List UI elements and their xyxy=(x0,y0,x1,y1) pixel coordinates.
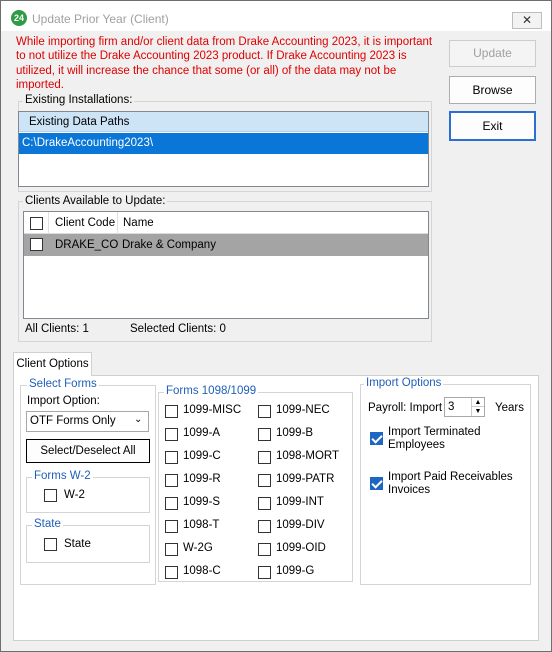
payroll-import-label: Payroll: Import xyxy=(368,402,443,414)
import-paid-receivables-label: Import Paid Receivables Invoices xyxy=(388,471,513,496)
form-1099-g-checkbox[interactable] xyxy=(258,566,271,579)
form-1099-g-label: 1099-G xyxy=(276,565,315,577)
chevron-down-icon: ⌄ xyxy=(134,414,143,425)
tab-client-options[interactable]: Client Options xyxy=(13,352,92,376)
form-1098-mort-label: 1098-MORT xyxy=(276,450,340,462)
update-prior-year-window: 24 Update Prior Year (Client) ✕ While im… xyxy=(0,0,552,652)
title-bar: 24 Update Prior Year (Client) ✕ xyxy=(1,1,551,31)
state-label: State xyxy=(64,538,91,550)
stepper-down-icon[interactable]: ▼ xyxy=(471,407,484,416)
select-all-clients-checkbox[interactable] xyxy=(30,217,43,230)
all-clients-count: All Clients: 1 xyxy=(25,323,89,335)
exit-button[interactable]: Exit xyxy=(449,111,536,141)
window-title: Update Prior Year (Client) xyxy=(32,12,169,26)
form-1099-misc-checkbox[interactable] xyxy=(165,405,178,418)
import-option-dropdown[interactable]: OTF Forms Only ⌄ xyxy=(26,411,149,432)
forms-1098-1099-label: Forms 1098/1099 xyxy=(164,385,259,397)
client-row-checkbox[interactable] xyxy=(30,238,43,251)
form-1099-s-checkbox[interactable] xyxy=(165,497,178,510)
data-path-row[interactable]: C:\DrakeAccounting2023\ xyxy=(19,133,428,154)
stepper-up-icon[interactable]: ▲ xyxy=(471,398,484,407)
form-1098-t-checkbox[interactable] xyxy=(165,520,178,533)
data-paths-column-header: Existing Data Paths xyxy=(29,116,130,128)
form-1099-misc-label: 1099-MISC xyxy=(183,404,242,416)
clients-list[interactable]: Client Code Name DRAKE_CO Drake & Compan… xyxy=(23,211,429,319)
form-1099-div-label: 1099-DIV xyxy=(276,519,325,531)
clients-list-header: Client Code Name xyxy=(24,212,428,234)
name-header[interactable]: Name xyxy=(123,217,154,229)
form-1099-r-label: 1099-R xyxy=(183,473,221,485)
selected-clients-count: Selected Clients: 0 xyxy=(130,323,226,335)
import-terminated-checkbox[interactable] xyxy=(370,432,383,445)
w2-label: W-2 xyxy=(64,489,85,501)
select-deselect-all-button[interactable]: Select/Deselect All xyxy=(26,439,150,463)
import-options-label: Import Options xyxy=(364,377,444,389)
client-row[interactable]: DRAKE_CO Drake & Company xyxy=(24,234,428,256)
data-paths-header: Existing Data Paths xyxy=(19,112,428,132)
form-1099-nec-checkbox[interactable] xyxy=(258,405,271,418)
import-option-value: OTF Forms Only xyxy=(30,415,116,427)
import-option-label: Import Option: xyxy=(27,395,100,407)
payroll-years-value: 3 xyxy=(448,401,455,413)
form-1098-mort-checkbox[interactable] xyxy=(258,451,271,464)
import-terminated-label: Import Terminated Employees xyxy=(388,426,481,451)
form-1099-patr-label: 1099-PATR xyxy=(276,473,335,485)
data-paths-list[interactable]: Existing Data Paths C:\DrakeAccounting20… xyxy=(18,111,429,187)
form-w-2g-checkbox[interactable] xyxy=(165,543,178,556)
payroll-years-stepper[interactable]: 3 ▲ ▼ xyxy=(444,397,485,417)
form-1099-div-checkbox[interactable] xyxy=(258,520,271,533)
client-code-header[interactable]: Client Code xyxy=(55,217,115,229)
form-1099-b-label: 1099-B xyxy=(276,427,314,439)
client-name-cell: Drake & Company xyxy=(122,239,216,251)
state-group-label: State xyxy=(32,518,63,530)
form-1099-int-checkbox[interactable] xyxy=(258,497,271,510)
warning-message: While importing firm and/or client data … xyxy=(16,36,433,91)
form-1099-int-label: 1099-INT xyxy=(276,496,324,508)
form-1099-a-checkbox[interactable] xyxy=(165,428,178,441)
form-1099-r-checkbox[interactable] xyxy=(165,474,178,487)
years-label: Years xyxy=(495,402,524,414)
app-icon: 24 xyxy=(11,10,27,26)
close-button[interactable]: ✕ xyxy=(512,12,542,29)
clients-available-label: Clients Available to Update: xyxy=(23,195,168,207)
form-1099-b-checkbox[interactable] xyxy=(258,428,271,441)
client-options-panel: Select Forms Import Option: OTF Forms On… xyxy=(13,375,539,641)
form-1099-oid-label: 1099-OID xyxy=(276,542,326,554)
existing-installations-label: Existing Installations: xyxy=(23,94,135,106)
state-checkbox[interactable] xyxy=(44,538,57,551)
import-paid-receivables-checkbox[interactable] xyxy=(370,477,383,490)
form-1098-c-checkbox[interactable] xyxy=(165,566,178,579)
update-button[interactable]: Update xyxy=(449,40,536,67)
form-1098-t-label: 1098-T xyxy=(183,519,220,531)
form-w-2g-label: W-2G xyxy=(183,542,213,554)
form-1099-patr-checkbox[interactable] xyxy=(258,474,271,487)
browse-button[interactable]: Browse xyxy=(449,76,536,104)
form-1099-oid-checkbox[interactable] xyxy=(258,543,271,556)
form-1099-c-label: 1099-C xyxy=(183,450,221,462)
data-path-text: C:\DrakeAccounting2023\ xyxy=(22,137,154,149)
select-forms-label: Select Forms xyxy=(27,378,99,390)
form-1099-c-checkbox[interactable] xyxy=(165,451,178,464)
form-1099-s-label: 1099-S xyxy=(183,496,221,508)
form-1098-c-label: 1098-C xyxy=(183,565,221,577)
form-1099-a-label: 1099-A xyxy=(183,427,221,439)
w2-checkbox[interactable] xyxy=(44,489,57,502)
form-1099-nec-label: 1099-NEC xyxy=(276,404,330,416)
forms-w2-label: Forms W-2 xyxy=(32,470,93,482)
client-code-cell: DRAKE_CO xyxy=(55,239,119,251)
